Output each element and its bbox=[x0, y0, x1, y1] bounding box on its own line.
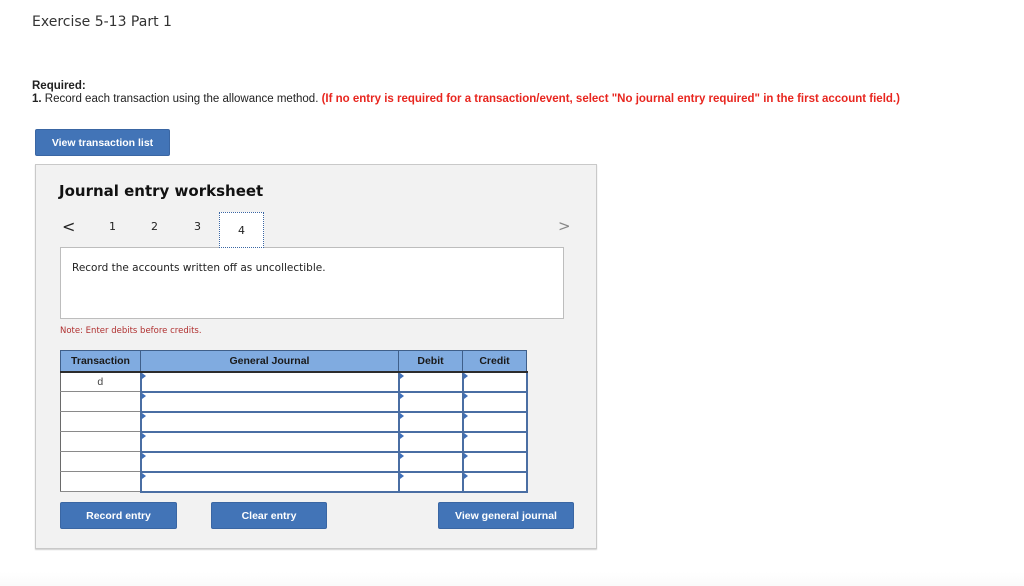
journal-table: Transaction General Journal Debit Credit… bbox=[60, 350, 528, 493]
debits-note: Note: Enter debits before credits. bbox=[60, 326, 202, 336]
dropdown-marker-icon bbox=[141, 472, 146, 479]
account-input[interactable] bbox=[141, 413, 398, 431]
header-debit: Debit bbox=[398, 350, 463, 373]
debit-input[interactable] bbox=[399, 393, 462, 411]
dropdown-marker-icon bbox=[141, 392, 146, 399]
field-marker-icon bbox=[399, 392, 404, 399]
debit-field[interactable] bbox=[397, 450, 464, 473]
view-general-journal-button[interactable]: View general journal bbox=[438, 502, 574, 529]
credit-field[interactable] bbox=[461, 390, 528, 413]
chevron-left-icon[interactable]: < bbox=[62, 217, 75, 236]
required-label: Required: bbox=[32, 80, 86, 92]
debit-input[interactable] bbox=[399, 453, 462, 471]
account-field[interactable] bbox=[139, 450, 400, 473]
transaction-description-box: Record the accounts written off as uncol… bbox=[60, 247, 564, 319]
account-field[interactable] bbox=[139, 370, 400, 393]
instruction-warning: (If no entry is required for a transacti… bbox=[321, 93, 900, 105]
debit-field[interactable] bbox=[397, 410, 464, 433]
debit-field[interactable] bbox=[397, 430, 464, 453]
credit-field[interactable] bbox=[461, 370, 528, 393]
credit-field[interactable] bbox=[461, 470, 528, 493]
debit-field[interactable] bbox=[397, 470, 464, 493]
transaction-cell bbox=[60, 471, 141, 492]
clear-entry-button[interactable]: Clear entry bbox=[211, 502, 327, 529]
account-field[interactable] bbox=[139, 390, 400, 413]
credit-input[interactable] bbox=[463, 393, 526, 411]
account-field[interactable] bbox=[139, 410, 400, 433]
credit-input[interactable] bbox=[463, 413, 526, 431]
debit-input[interactable] bbox=[399, 413, 462, 431]
header-transaction: Transaction bbox=[60, 350, 141, 373]
transaction-cell bbox=[60, 411, 141, 432]
field-marker-icon bbox=[399, 452, 404, 459]
debit-field[interactable] bbox=[397, 390, 464, 413]
account-field[interactable] bbox=[139, 470, 400, 493]
account-input[interactable] bbox=[141, 453, 398, 471]
account-input[interactable] bbox=[141, 393, 398, 411]
dropdown-marker-icon bbox=[141, 452, 146, 459]
debit-input[interactable] bbox=[399, 473, 462, 491]
page-tab-1[interactable]: 1 bbox=[109, 220, 116, 233]
transaction-description: Record the accounts written off as uncol… bbox=[72, 262, 326, 274]
field-marker-icon bbox=[463, 412, 468, 419]
journal-row bbox=[60, 390, 528, 413]
credit-input[interactable] bbox=[463, 453, 526, 471]
credit-input[interactable] bbox=[463, 373, 526, 391]
instruction-number: 1. bbox=[32, 93, 42, 105]
transaction-cell bbox=[60, 391, 141, 412]
debit-input[interactable] bbox=[399, 373, 462, 391]
journal-row: d bbox=[60, 370, 528, 393]
account-input[interactable] bbox=[141, 433, 398, 451]
journal-header-row: Transaction General Journal Debit Credit bbox=[60, 350, 527, 373]
field-marker-icon bbox=[463, 472, 468, 479]
instruction-text: Record each transaction using the allowa… bbox=[41, 93, 322, 105]
page-tab-4-active[interactable]: 4 bbox=[219, 212, 264, 248]
field-marker-icon bbox=[399, 472, 404, 479]
transaction-cell bbox=[60, 431, 141, 452]
chevron-right-icon[interactable]: > bbox=[558, 217, 571, 235]
transaction-cell: d bbox=[60, 371, 141, 392]
debit-field[interactable] bbox=[397, 370, 464, 393]
page-footer-fade bbox=[0, 572, 1024, 586]
header-general-journal: General Journal bbox=[140, 350, 399, 373]
dropdown-marker-icon bbox=[141, 372, 146, 379]
journal-row bbox=[60, 430, 528, 453]
page-tab-3[interactable]: 3 bbox=[194, 220, 201, 233]
dropdown-marker-icon bbox=[141, 412, 146, 419]
instruction: 1. Record each transaction using the all… bbox=[32, 93, 900, 105]
credit-field[interactable] bbox=[461, 410, 528, 433]
page-tab-2[interactable]: 2 bbox=[151, 220, 158, 233]
journal-row bbox=[60, 450, 528, 473]
journal-entry-worksheet: Journal entry worksheet < 1 2 3 4 > Reco… bbox=[35, 164, 597, 549]
transaction-cell bbox=[60, 451, 141, 472]
account-input[interactable] bbox=[141, 473, 398, 491]
field-marker-icon bbox=[463, 392, 468, 399]
header-credit: Credit bbox=[462, 350, 527, 373]
field-marker-icon bbox=[399, 372, 404, 379]
credit-field[interactable] bbox=[461, 430, 528, 453]
credit-input[interactable] bbox=[463, 473, 526, 491]
field-marker-icon bbox=[463, 432, 468, 439]
field-marker-icon bbox=[463, 452, 468, 459]
credit-input[interactable] bbox=[463, 433, 526, 451]
journal-row bbox=[60, 470, 528, 493]
exercise-title: Exercise 5-13 Part 1 bbox=[32, 14, 172, 30]
journal-row bbox=[60, 410, 528, 433]
worksheet-title: Journal entry worksheet bbox=[59, 182, 264, 200]
account-input[interactable] bbox=[141, 373, 398, 391]
record-entry-button[interactable]: Record entry bbox=[60, 502, 177, 529]
view-transaction-list-button[interactable]: View transaction list bbox=[35, 129, 170, 156]
field-marker-icon bbox=[399, 412, 404, 419]
field-marker-icon bbox=[463, 372, 468, 379]
account-field[interactable] bbox=[139, 430, 400, 453]
credit-field[interactable] bbox=[461, 450, 528, 473]
debit-input[interactable] bbox=[399, 433, 462, 451]
field-marker-icon bbox=[399, 432, 404, 439]
dropdown-marker-icon bbox=[141, 432, 146, 439]
